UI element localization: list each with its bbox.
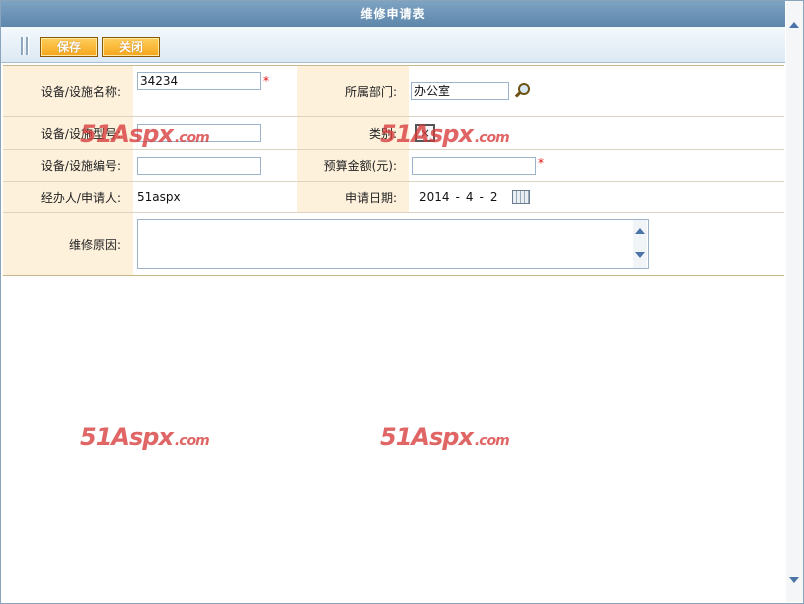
budget-label: 预算金额(元): (297, 150, 409, 181)
form-row: 经办人/申请人: 51aspx 申请日期: 2014 - 4 - 2 (3, 182, 784, 213)
toolbar-grip (26, 37, 29, 55)
form-row: 维修原因: (3, 213, 784, 276)
textarea-scrollbar[interactable] (633, 220, 647, 268)
equipment-name-cell: 34234 * (137, 66, 297, 122)
budget-input[interactable] (412, 156, 536, 175)
scroll-up-icon[interactable] (635, 228, 645, 234)
date-separator: - (479, 190, 484, 204)
date-separator: - (455, 190, 460, 204)
date-month[interactable]: 4 (466, 190, 474, 204)
equipment-model-label: 设备/设施型号: (3, 117, 133, 149)
repair-form: 设备/设施名称: 34234 * 所属部门: 办公室 设备/设施型号: 类别: … (3, 65, 784, 276)
applicant-cell: 51aspx (137, 182, 297, 212)
calendar-icon[interactable] (511, 190, 530, 204)
budget-cell: * (411, 150, 784, 181)
date-year[interactable]: 2014 (419, 190, 450, 204)
equipment-model-input[interactable] (137, 124, 261, 142)
search-icon[interactable] (513, 83, 530, 99)
handle-shape (514, 91, 522, 98)
toolbar: 保存 关闭 (1, 27, 785, 63)
apply-date-cell: 2014 - 4 - 2 (411, 182, 784, 212)
category-checkbox[interactable]: × (415, 124, 435, 142)
department-label: 所属部门: (297, 66, 409, 116)
repair-reason-textarea[interactable] (137, 219, 649, 269)
applicant-label: 经办人/申请人: (3, 182, 133, 212)
category-label: 类别: (297, 117, 409, 149)
form-row: 设备/设施编号: 预算金额(元): * (3, 150, 784, 182)
date-picker[interactable]: 2014 - 4 - 2 (419, 190, 530, 204)
category-cell: × (411, 117, 784, 149)
form-row: 设备/设施名称: 34234 * 所属部门: 办公室 (3, 65, 784, 117)
date-day[interactable]: 2 (490, 190, 498, 204)
toolbar-grip (21, 37, 24, 55)
save-button[interactable]: 保存 (40, 37, 98, 57)
window-title: 维修申请表 (1, 1, 785, 27)
apply-date-label: 申请日期: (297, 182, 409, 212)
equipment-number-label: 设备/设施编号: (3, 150, 133, 181)
form-row: 设备/设施型号: 类别: × (3, 117, 784, 150)
close-button[interactable]: 关闭 (102, 37, 160, 57)
required-mark: * (263, 74, 269, 88)
required-mark: * (538, 156, 544, 170)
equipment-number-cell (137, 150, 297, 181)
scroll-down-icon[interactable] (789, 577, 799, 583)
scroll-down-icon[interactable] (635, 252, 645, 258)
department-cell: 办公室 (411, 66, 784, 116)
scroll-up-icon[interactable] (789, 22, 799, 28)
equipment-name-input[interactable]: 34234 (137, 72, 261, 90)
equipment-model-cell (137, 117, 297, 149)
department-input[interactable]: 办公室 (411, 82, 509, 100)
applicant-value: 51aspx (137, 190, 181, 204)
repair-reason-label: 维修原因: (3, 213, 133, 275)
equipment-name-label: 设备/设施名称: (3, 66, 133, 116)
equipment-number-input[interactable] (137, 156, 261, 175)
page-scrollbar[interactable] (786, 1, 803, 602)
